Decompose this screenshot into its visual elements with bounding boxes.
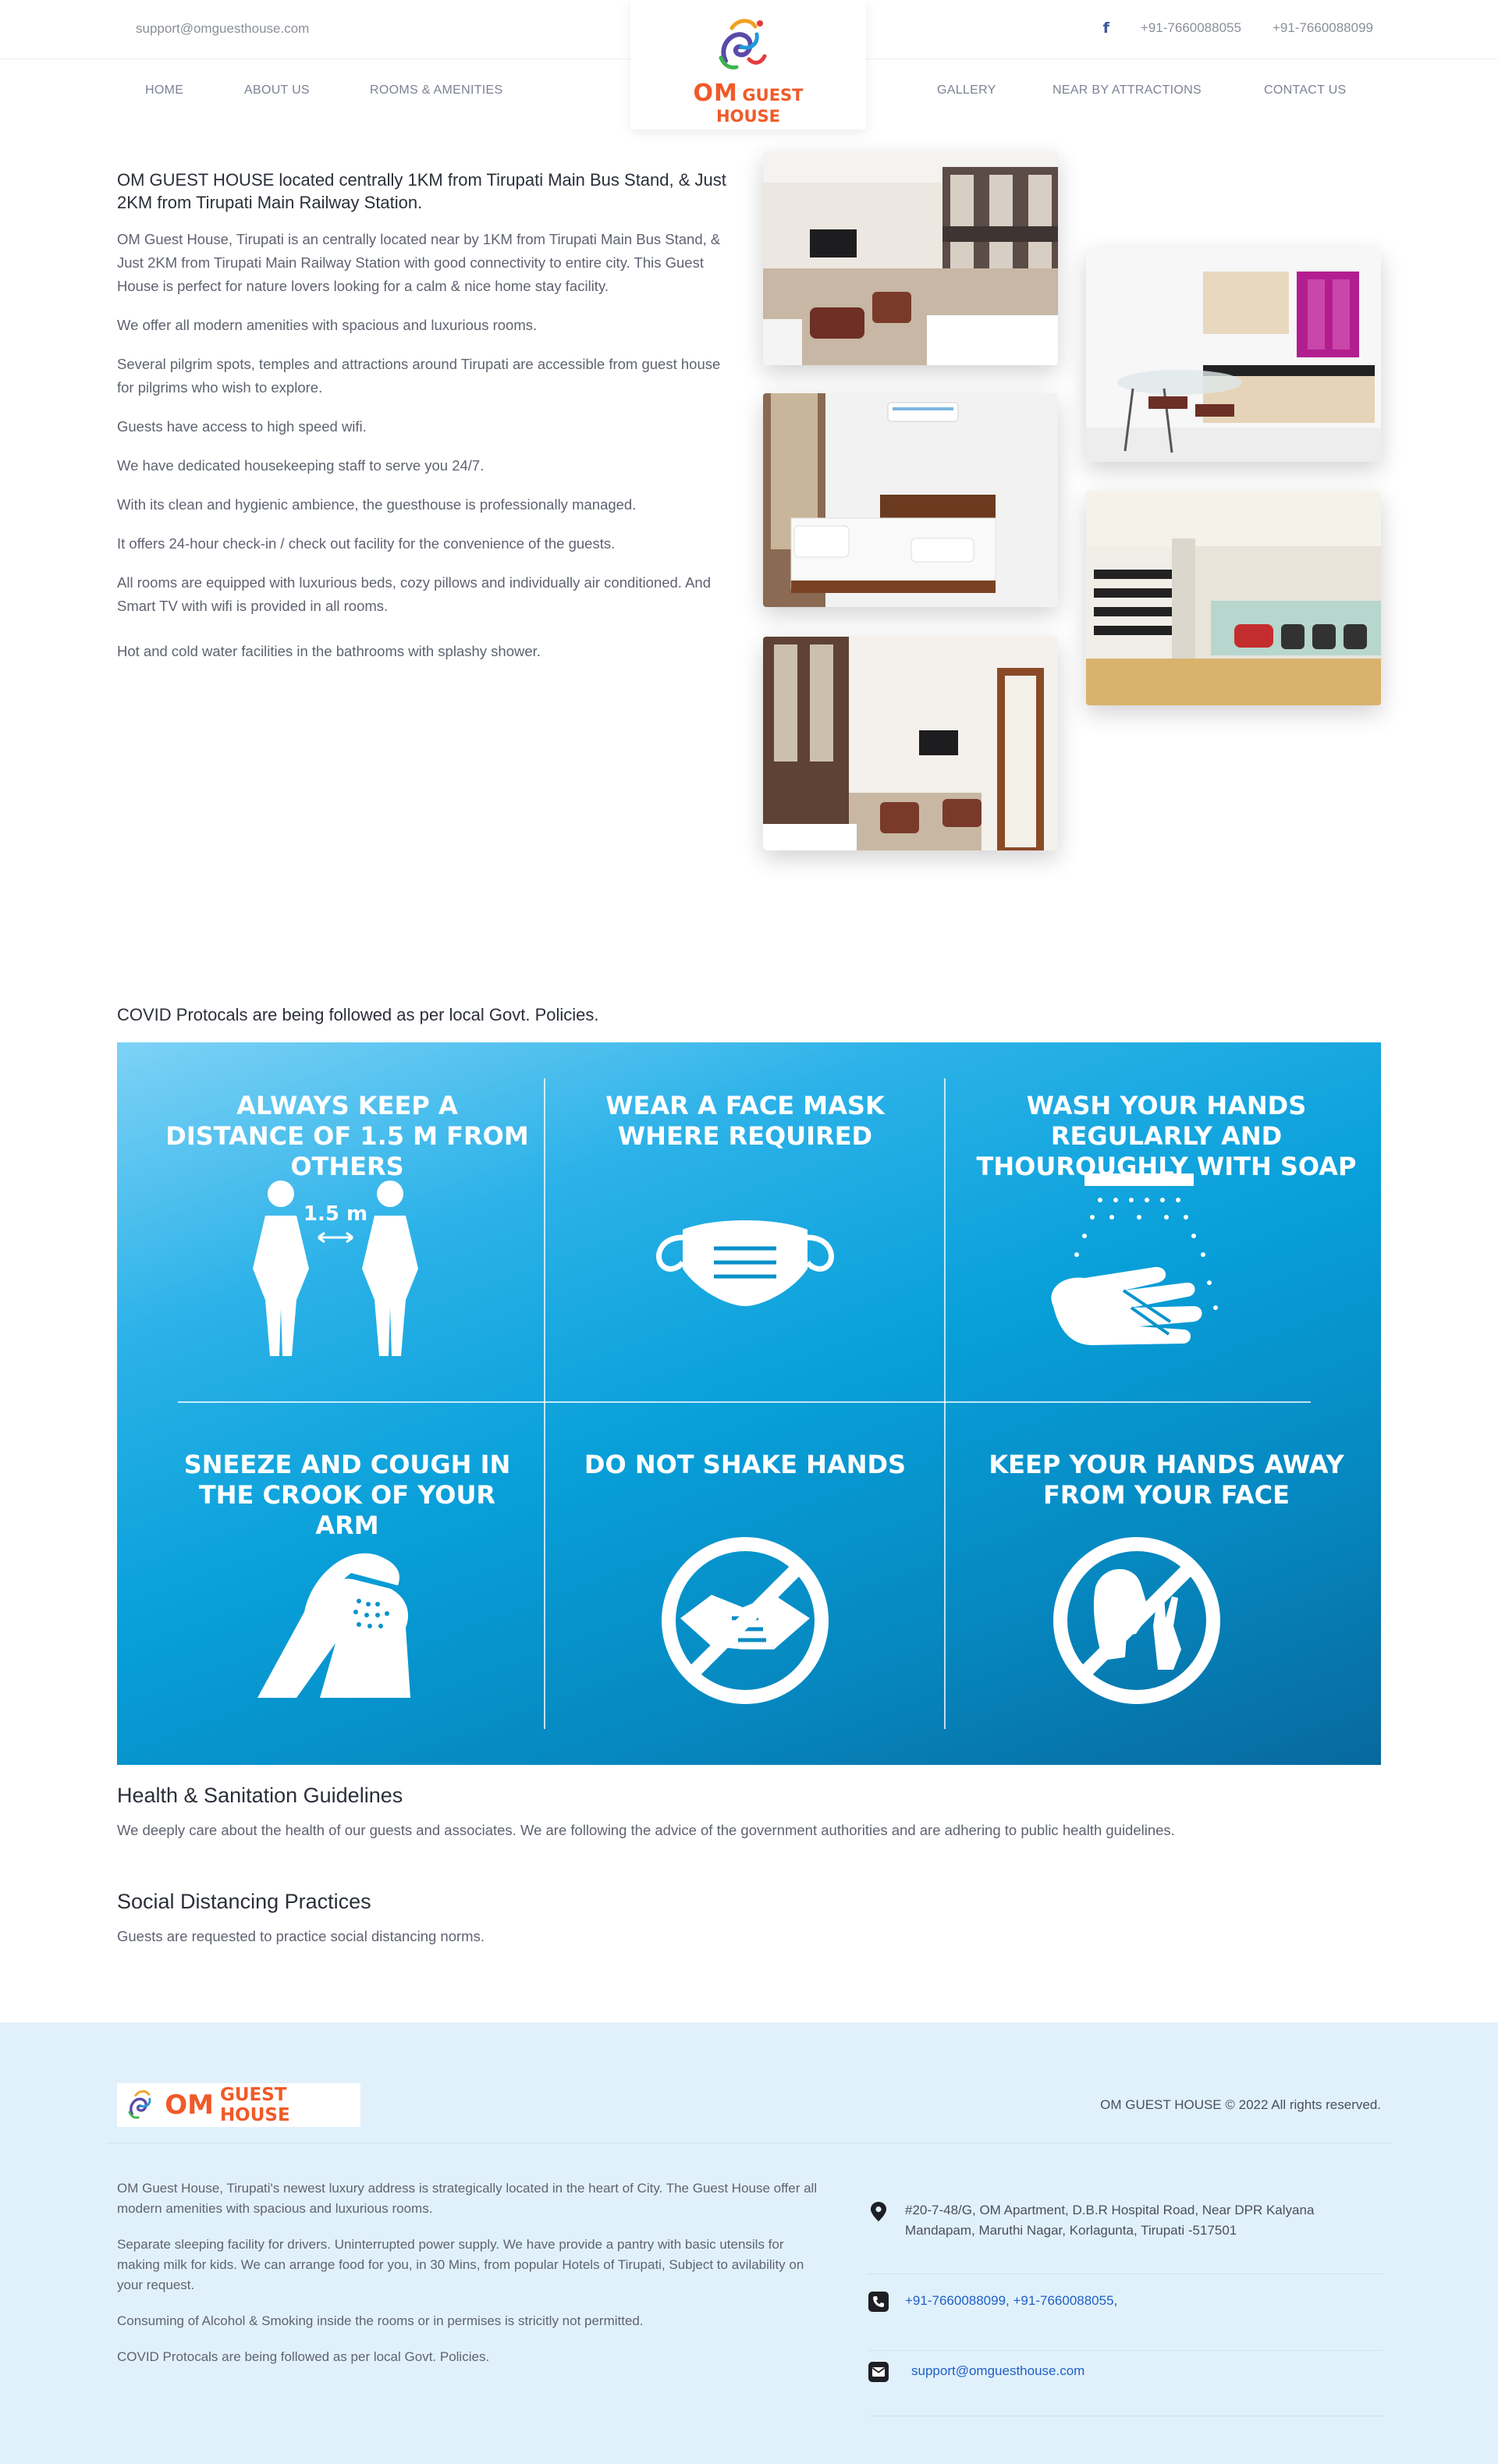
copyright: OM GUEST HOUSE © 2022 All rights reserve… — [1100, 2097, 1381, 2112]
intro-section: OM GUEST HOUSE located centrally 1KM fro… — [117, 169, 733, 679]
intro-heading: OM GUEST HOUSE located centrally 1KM fro… — [117, 170, 726, 212]
room-photo-parking[interactable] — [1086, 492, 1381, 705]
topbar-phone-2[interactable]: +91-7660088099 — [1273, 20, 1373, 36]
footer-phones: +91-7660088099, +91-7660088055, — [868, 2291, 1383, 2353]
logo-om: OM — [693, 80, 738, 107]
room-photo-seating[interactable] — [763, 637, 1058, 850]
nav-home[interactable]: HOME — [145, 83, 183, 98]
footer-paragraph: Separate sleeping facility for drivers. … — [117, 2237, 804, 2292]
grid-divider — [178, 1401, 1311, 1403]
social-distancing: Social Distancing Practices Guests are r… — [117, 1890, 1381, 1948]
health-text: We deeply care about the health of our g… — [117, 1822, 1175, 1838]
map-pin-icon — [871, 2202, 886, 2221]
facebook-icon[interactable]: f — [1103, 20, 1109, 37]
distance-label: 1.5 m — [304, 1202, 367, 1226]
room-photo-kitchen[interactable] — [1086, 248, 1381, 462]
ganesh-logo-icon — [128, 2089, 151, 2119]
contact-divider — [868, 2350, 1383, 2351]
covid-cell-title: ALWAYS KEEP A DISTANCE OF 1.5 M FROM OTH… — [165, 1091, 529, 1181]
social-distance-icon: 1.5 m — [253, 1181, 418, 1356]
face-mask-icon — [656, 1220, 834, 1306]
phone-list: +91-7660088099, +91-7660088055, — [905, 2293, 1118, 2308]
sneeze-arm-icon — [257, 1553, 410, 1698]
footer-logo-om: OM — [165, 2089, 214, 2121]
grid-divider — [944, 1078, 946, 1729]
intro-paragraph: Several pilgrim spots, temples and attra… — [117, 356, 721, 396]
covid-cell-title: WEAR A FACE MASK WHERE REQUIRED — [605, 1091, 885, 1151]
address-text: #20-7-48/G, OM Apartment, D.B.R Hospital… — [905, 2203, 1315, 2238]
topbar-phone-1[interactable]: +91-7660088055 — [1141, 20, 1241, 36]
footer-logo-guest-house: GUEST HOUSE — [219, 2085, 290, 2125]
covid-title: COVID Protocals are being followed as pe… — [117, 1005, 599, 1024]
email-icon — [868, 2362, 889, 2382]
covid-cell-title: DO NOT SHAKE HANDS — [584, 1450, 907, 1479]
room-photo-bed[interactable] — [763, 393, 1058, 607]
footer-email: support@omguesthouse.com — [868, 2361, 1383, 2423]
social-title: Social Distancing Practices — [117, 1890, 371, 1913]
topbar-email-link[interactable]: support@omguesthouse.com — [136, 21, 309, 37]
ganesh-logo-icon — [719, 19, 767, 69]
no-touch-face-icon — [1053, 1537, 1220, 1704]
intro-paragraph: With its clean and hygienic ambience, th… — [117, 496, 637, 513]
room-photo-bedroom-tv[interactable] — [763, 151, 1058, 365]
topbar-contacts: f +91-7660088055 +91-7660088099 — [1103, 20, 1373, 37]
intro-paragraph: All rooms are equipped with luxurious be… — [117, 574, 711, 614]
covid-protocols-banner: ALWAYS KEEP A DISTANCE OF 1.5 M FROM OTH… — [117, 1042, 1381, 1765]
footer-paragraph: COVID Protocals are being followed as pe… — [117, 2349, 490, 2364]
nav-gallery[interactable]: GALLERY — [937, 83, 996, 98]
covid-cell-title: WASH YOUR HANDS REGULARLY AND THOUROUGHL… — [976, 1091, 1357, 1181]
nav-attractions[interactable]: NEAR BY ATTRACTIONS — [1053, 83, 1202, 98]
covid-cell-title: KEEP YOUR HANDS AWAY FROM YOUR FACE — [989, 1450, 1344, 1510]
intro-paragraph: It offers 24-hour check-in / check out f… — [117, 535, 616, 552]
site-logo[interactable]: OM GUEST HOUSE — [630, 0, 866, 130]
nav-contact[interactable]: CONTACT US — [1264, 83, 1347, 98]
nav-about[interactable]: ABOUT US — [244, 83, 310, 98]
logo-wordmark: OM GUEST HOUSE — [662, 80, 835, 126]
intro-paragraph: We have dedicated housekeeping staff to … — [117, 457, 485, 474]
footer-address: #20-7-48/G, OM Apartment, D.B.R Hospital… — [868, 2200, 1383, 2278]
social-text: Guests are requested to practice social … — [117, 1928, 485, 1944]
footer-paragraph: Consuming of Alcohol & Smoking inside th… — [117, 2313, 644, 2328]
intro-paragraph: OM Guest House, Tirupati is an centrally… — [117, 231, 721, 294]
phone-icon — [868, 2292, 889, 2312]
health-guidelines: Health & Sanitation Guidelines We deeply… — [117, 1784, 1381, 1842]
email-link[interactable]: support@omguesthouse.com — [911, 2361, 1084, 2381]
health-title: Health & Sanitation Guidelines — [117, 1784, 403, 1807]
grid-divider — [544, 1078, 545, 1729]
intro-paragraph: Hot and cold water facilities in the bat… — [117, 643, 541, 659]
hand-wash-icon — [1051, 1173, 1218, 1345]
footer-logo[interactable]: OM GUEST HOUSE — [117, 2083, 360, 2127]
intro-paragraph: Guests have access to high speed wifi. — [117, 418, 367, 435]
footer-paragraph: OM Guest House, Tirupati's newest luxury… — [117, 2181, 818, 2216]
footer-phone-2[interactable]: +91-7660088055 — [1013, 2293, 1114, 2308]
intro-paragraph: We offer all modern amenities with spaci… — [117, 317, 538, 333]
footer: OM GUEST HOUSE OM GUEST HOUSE © 2022 All… — [0, 2022, 1498, 2464]
footer-description: OM Guest House, Tirupati's newest luxury… — [117, 2178, 819, 2383]
no-handshake-icon — [662, 1537, 829, 1704]
nav-rooms[interactable]: ROOMS & AMENITIES — [370, 83, 502, 98]
footer-phone-1[interactable]: +91-7660088099 — [905, 2293, 1006, 2308]
